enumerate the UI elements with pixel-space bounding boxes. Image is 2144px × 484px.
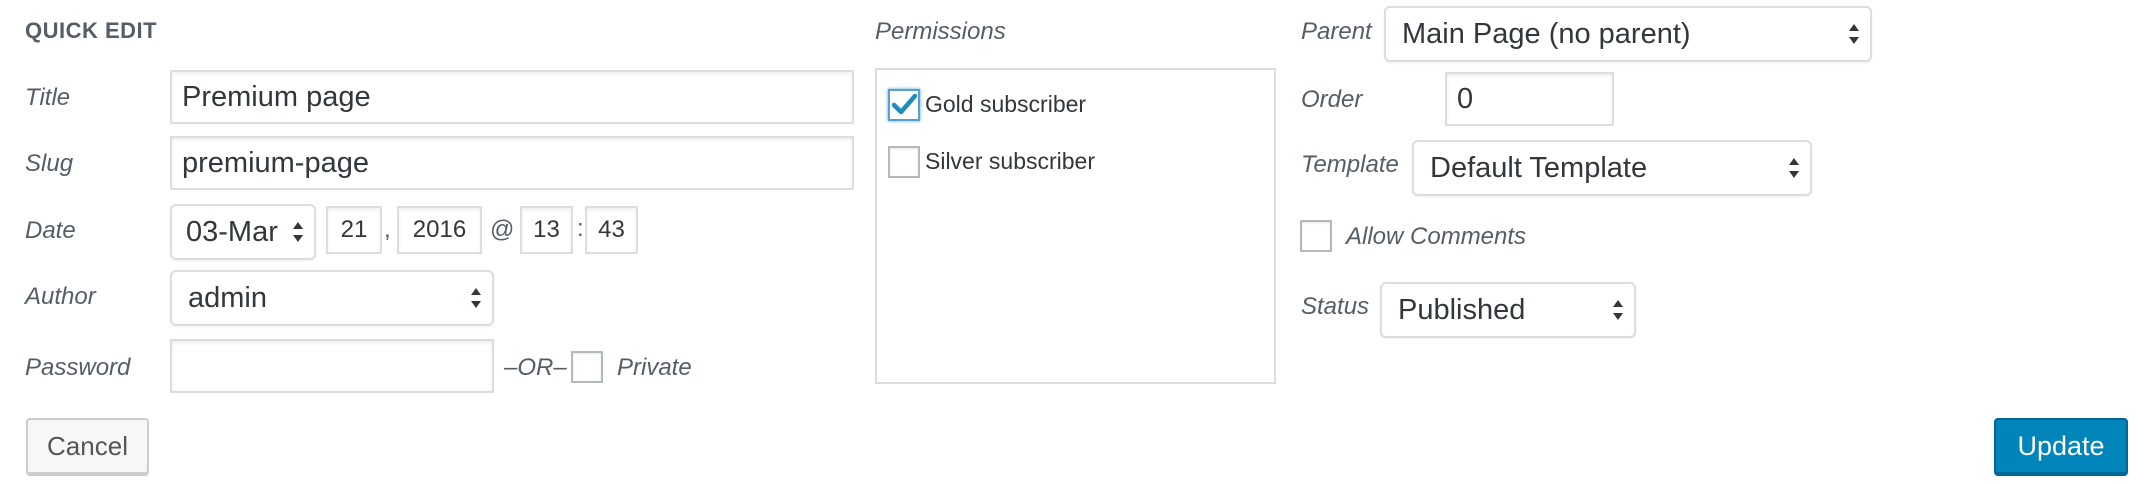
silver-subscriber-checkbox[interactable]: [888, 146, 920, 178]
hour-input[interactable]: 13: [520, 206, 573, 254]
quick-edit-heading: QUICK EDIT: [25, 18, 158, 43]
order-input[interactable]: 0: [1445, 72, 1614, 126]
silver-subscriber-label: Silver subscriber: [925, 148, 1095, 174]
cancel-button[interactable]: Cancel: [26, 418, 149, 474]
date-label: Date: [25, 217, 76, 244]
update-button[interactable]: Update: [1994, 418, 2128, 474]
title-input-value: Premium page: [182, 80, 371, 113]
day-separator: ,: [384, 216, 391, 243]
permissions-label: Permissions: [875, 18, 1006, 45]
month-select-value: 03-Mar: [186, 215, 278, 248]
checkmark-icon: [891, 93, 918, 115]
order-input-value: 0: [1457, 82, 1474, 115]
year-input[interactable]: 2016: [397, 206, 482, 254]
select-arrows-icon: [1613, 300, 1623, 320]
at-separator: @: [490, 216, 515, 243]
private-label: Private: [617, 354, 692, 381]
minute-input-value: 43: [598, 216, 625, 243]
status-select[interactable]: Published: [1380, 282, 1636, 338]
month-select[interactable]: 03-Mar: [170, 204, 316, 260]
select-arrows-icon: [1789, 158, 1799, 178]
author-select[interactable]: admin: [170, 270, 494, 326]
select-arrows-icon: [471, 288, 481, 308]
allow-comments-label: Allow Comments: [1346, 223, 1527, 250]
password-label: Password: [25, 354, 131, 381]
slug-input-value: premium-page: [182, 146, 369, 179]
slug-input[interactable]: premium-page: [170, 136, 854, 190]
author-label: Author: [25, 283, 96, 310]
template-label: Template: [1301, 151, 1399, 178]
gold-subscriber-checkbox[interactable]: [888, 89, 920, 121]
day-input[interactable]: 21: [326, 206, 382, 254]
title-label: Title: [25, 84, 71, 111]
title-input[interactable]: Premium page: [170, 70, 854, 124]
parent-select-value: Main Page (no parent): [1402, 17, 1691, 50]
status-select-value: Published: [1398, 293, 1526, 326]
gold-subscriber-label: Gold subscriber: [925, 91, 1087, 117]
day-input-value: 21: [340, 216, 368, 243]
allow-comments-checkbox[interactable]: [1300, 220, 1332, 252]
template-select-value: Default Template: [1430, 151, 1648, 184]
hour-input-value: 13: [533, 216, 560, 243]
author-select-value: admin: [188, 281, 267, 314]
or-separator: –OR–: [504, 354, 567, 381]
minute-input[interactable]: 43: [585, 206, 638, 254]
template-select[interactable]: Default Template: [1412, 140, 1812, 196]
time-separator: :: [577, 215, 584, 242]
year-input-value: 2016: [412, 216, 467, 243]
select-arrows-icon: [1849, 24, 1859, 44]
parent-label: Parent: [1301, 18, 1372, 45]
order-label: Order: [1301, 86, 1363, 113]
password-input[interactable]: [170, 339, 494, 393]
slug-label: Slug: [25, 150, 74, 177]
private-checkbox[interactable]: [571, 351, 603, 383]
select-arrows-icon: [293, 222, 303, 242]
parent-select[interactable]: Main Page (no parent): [1384, 6, 1872, 62]
status-label: Status: [1301, 293, 1370, 320]
